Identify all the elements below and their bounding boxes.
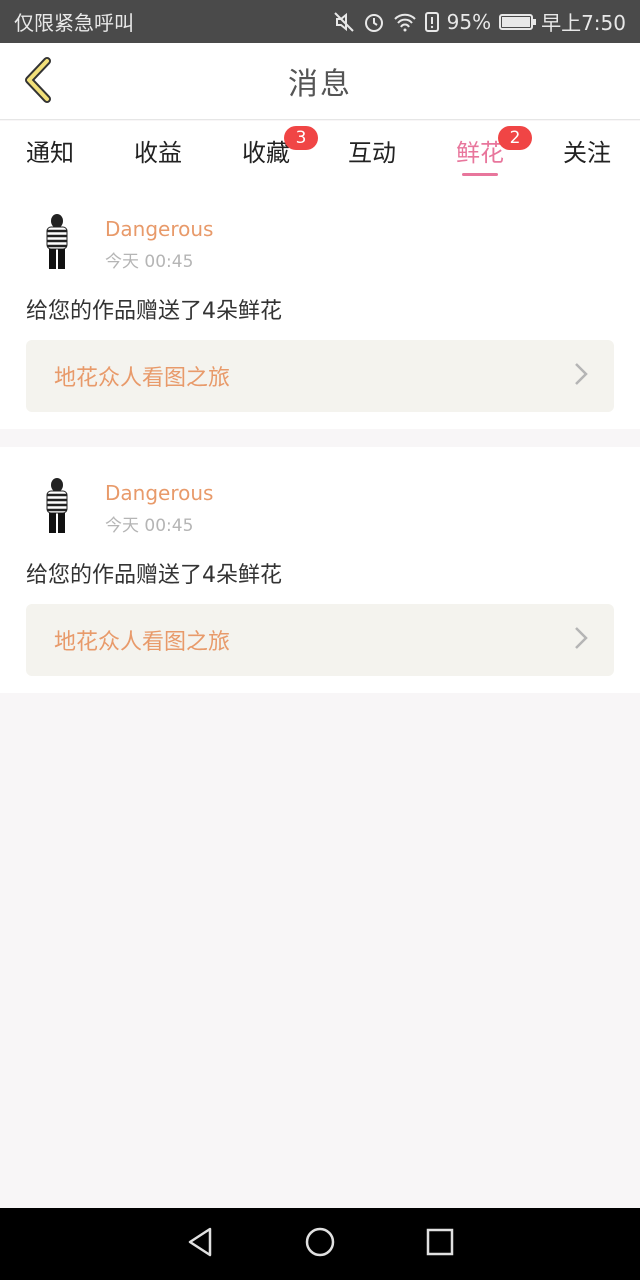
tab-notifications[interactable]: 通知	[26, 133, 74, 179]
system-nav-bar	[0, 1208, 640, 1280]
back-triangle-icon	[186, 1226, 214, 1262]
status-icons: 95% 早上7:50	[333, 7, 626, 36]
chevron-right-icon	[574, 626, 588, 654]
battery-percent: 95%	[446, 9, 492, 34]
tab-label: 收益	[134, 139, 182, 167]
system-home-button[interactable]	[298, 1222, 342, 1266]
chevron-left-icon	[19, 57, 53, 107]
sim-alert-icon	[424, 11, 439, 32]
tab-label: 通知	[26, 139, 74, 167]
tab-label: 互动	[348, 139, 396, 167]
system-back-button[interactable]	[178, 1222, 222, 1266]
message-time: 今天 00:45	[105, 516, 194, 536]
carrier-text: 仅限紧急呼叫	[14, 11, 134, 35]
tab-label: 鲜花	[456, 139, 504, 167]
message-text: 给您的作品赠送了4朵鲜花	[26, 299, 282, 324]
tab-interactions[interactable]: 互动	[348, 133, 396, 179]
work-link[interactable]: 地花众人看图之旅	[26, 340, 614, 412]
username[interactable]: Dangerous	[105, 217, 213, 241]
tab-label: 关注	[563, 139, 611, 167]
tab-favorites[interactable]: 收藏 3	[242, 126, 318, 179]
username[interactable]: Dangerous	[105, 481, 213, 505]
home-circle-icon	[304, 1226, 336, 1262]
tab-flowers[interactable]: 鲜花 2	[456, 126, 532, 179]
recents-square-icon	[426, 1228, 454, 1260]
page-title: 消息	[288, 67, 352, 102]
tab-earnings[interactable]: 收益	[134, 133, 182, 179]
message-text: 给您的作品赠送了4朵鲜花	[26, 563, 282, 588]
system-recents-button[interactable]	[418, 1222, 462, 1266]
work-title: 地花众人看图之旅	[54, 630, 231, 655]
battery-icon	[499, 13, 537, 30]
clock-time: 早上7:50	[541, 11, 626, 35]
active-tab-indicator	[462, 173, 498, 176]
tab-follows[interactable]: 关注	[563, 133, 611, 179]
tab-label: 收藏	[242, 139, 290, 167]
message-card: Dangerous 今天 00:45 给您的作品赠送了4朵鲜花 地花众人看图之旅	[0, 447, 640, 693]
mute-icon	[333, 11, 355, 33]
unread-badge: 2	[498, 126, 532, 150]
header: 消息	[0, 43, 640, 120]
back-button[interactable]	[14, 57, 58, 107]
alarm-icon	[363, 11, 385, 33]
work-link[interactable]: 地花众人看图之旅	[26, 604, 614, 676]
avatar[interactable]	[26, 475, 88, 537]
wifi-icon	[393, 12, 417, 32]
message-time: 今天 00:45	[105, 252, 194, 272]
tab-bar: 通知 收益 收藏 3 互动 鲜花 2 关注	[0, 121, 640, 183]
avatar[interactable]	[26, 211, 88, 273]
message-card: Dangerous 今天 00:45 给您的作品赠送了4朵鲜花 地花众人看图之旅	[0, 183, 640, 429]
work-title: 地花众人看图之旅	[54, 366, 231, 391]
status-bar: 仅限紧急呼叫 95% 早上7:50	[0, 0, 640, 43]
chevron-right-icon	[574, 362, 588, 390]
unread-badge: 3	[284, 126, 318, 150]
